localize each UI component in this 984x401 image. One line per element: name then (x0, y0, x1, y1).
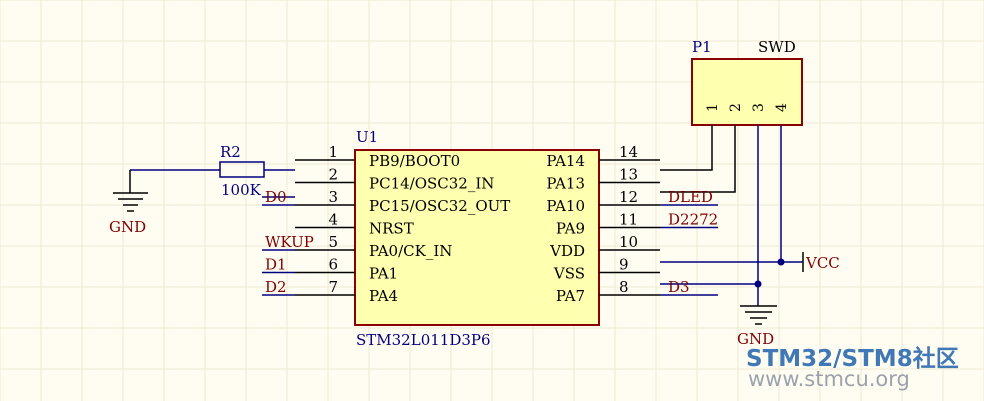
chip-u1-pin-14-name: PA14 (546, 152, 585, 170)
junction-vss (754, 280, 762, 288)
chip-u1-pin-12-name: PA10 (546, 197, 585, 215)
chip-u1-pin-11-name: PA9 (556, 220, 585, 238)
chip-u1-pin-4-number: 4 (328, 211, 338, 229)
resistor-r2-designator: R2 (220, 143, 241, 161)
connector-p1-label: SWD (758, 38, 796, 56)
chip-u1-pin-13-number: 13 (619, 166, 638, 184)
vcc-power-port: VCC (802, 252, 840, 272)
vcc-label: VCC (805, 254, 840, 272)
connector-p1-pin-4: 4 (774, 103, 790, 112)
resistor-r2: R2 100K (219, 143, 265, 199)
connector-p1-designator: P1 (692, 38, 712, 56)
chip-u1-part-number: STM32L011D3P6 (356, 331, 491, 349)
chip-u1-pin-11-number: 11 (619, 211, 638, 229)
net-label-left: D2 (265, 278, 287, 296)
chip-u1-pin-7-number: 7 (328, 278, 338, 296)
net-label-right: DLED (668, 188, 713, 206)
chip-u1-right-pins: 14 PA14 13 PA13 12 PA10 11 PA9 10 VDD 9 VSS 8 PA7 (546, 143, 660, 305)
chip-u1-pin-3-name: PC15/OSC32_OUT (369, 197, 510, 215)
chip-u1-pin-2-name: PC14/OSC32_IN (369, 175, 494, 193)
schematic-canvas: R2 100K GND U1 STM32L011D3P6 1 PB9/BOOT0 2… (0, 0, 984, 401)
junction-vdd (777, 258, 785, 266)
chip-u1: U1 STM32L011D3P6 1 PB9/BOOT0 2 PC14/OSC32_I… (295, 128, 660, 349)
net-label-left: WKUP (265, 233, 314, 251)
chip-u1-pin-8-number: 8 (619, 278, 629, 296)
chip-u1-pin-6-number: 6 (328, 256, 338, 274)
connector-p1-pin-2: 2 (728, 103, 744, 112)
net-label-left: D1 (265, 256, 287, 274)
connector-p1: P1 SWD 1 2 3 4 (691, 38, 803, 126)
chip-u1-pin-13-name: PA13 (546, 175, 585, 193)
net-label-left: D0 (265, 188, 287, 206)
chip-u1-pin-9-name: VSS (553, 265, 585, 283)
chip-u1-pin-4-name: NRST (369, 220, 414, 238)
connector-p1-pin-1: 1 (705, 103, 721, 112)
chip-u1-pin-9-number: 9 (619, 256, 629, 274)
chip-u1-pin-5-name: PA0/CK_IN (369, 242, 452, 260)
chip-u1-pin-10-number: 10 (619, 233, 638, 251)
chip-u1-pin-7-name: PA4 (369, 287, 398, 305)
chip-u1-pin-8-name: PA7 (556, 287, 585, 305)
ground-symbol-right (740, 305, 777, 325)
chip-u1-pin-1-number: 1 (328, 143, 338, 161)
chip-u1-pin-3-number: 3 (328, 188, 338, 206)
net-label-right: D3 (668, 278, 690, 296)
chip-u1-pin-2-number: 2 (328, 166, 338, 184)
resistor-r2-value: 100K (221, 181, 262, 199)
chip-u1-pin-1-name: PB9/BOOT0 (369, 152, 460, 170)
chip-u1-designator: U1 (356, 128, 378, 146)
chip-u1-pin-12-number: 12 (619, 188, 638, 206)
ground-left-label: GND (109, 218, 146, 236)
connector-p1-pin-3: 3 (751, 103, 767, 112)
chip-u1-pin-6-name: PA1 (369, 265, 398, 283)
wire-pa14-swdio (660, 125, 713, 171)
chip-u1-pin-5-number: 5 (328, 233, 338, 251)
net-label-right: D2272 (668, 211, 718, 229)
connector-p1-body (691, 58, 803, 126)
chip-u1-pin-14-number: 14 (619, 143, 638, 161)
chip-u1-pin-10-name: VDD (549, 242, 585, 260)
watermark-url: www.stmcu.org (748, 367, 910, 391)
